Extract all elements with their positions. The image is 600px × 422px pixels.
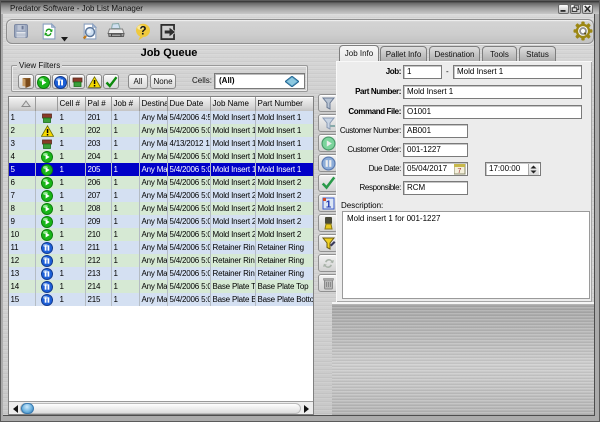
svg-text:1: 1 xyxy=(326,200,332,211)
svg-text:7: 7 xyxy=(458,168,462,175)
svg-text:?: ? xyxy=(139,26,146,38)
